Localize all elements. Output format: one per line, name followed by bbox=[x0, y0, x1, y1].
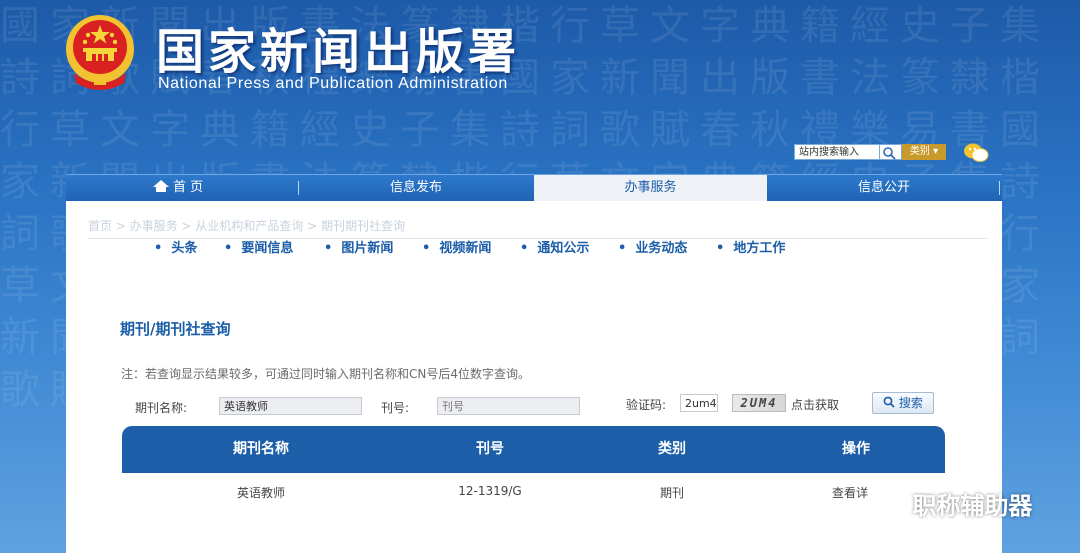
query-note: 注：若查询显示结果较多，可通过同时输入期刊名称和CN号后4位数字查询。 bbox=[121, 367, 530, 381]
search-icon bbox=[883, 147, 896, 160]
nav-home-label: 首 页 bbox=[173, 180, 204, 195]
breadcrumb[interactable]: 首页 > 办事服务 > 从业机构和产品查询 > 期刊期刊社查询 bbox=[88, 217, 405, 234]
site-search-input[interactable]: 站内搜索输入 bbox=[794, 144, 880, 160]
main-nav: 首 页 信息发布 办事服务 信息公开 bbox=[66, 174, 1002, 201]
subnav-item[interactable]: • 地方工作 bbox=[716, 237, 785, 256]
captcha-refresh-link[interactable]: 点击获取 bbox=[791, 396, 839, 413]
nav-public-info[interactable]: 信息公开 bbox=[818, 175, 950, 201]
query-search-button[interactable]: 搜索 bbox=[872, 392, 934, 414]
subnav-item[interactable]: • 要闻信息 bbox=[224, 237, 293, 256]
results-table-header: 期刊名称 刊号 类别 操作 bbox=[122, 426, 945, 473]
cell-category: 期刊 bbox=[659, 486, 684, 500]
captcha-input[interactable]: 2um4 bbox=[680, 394, 718, 412]
site-search-button[interactable] bbox=[880, 144, 902, 160]
cell-journal-name: 英语教师 bbox=[236, 486, 285, 500]
page-title: 期刊/期刊社查询 bbox=[120, 320, 231, 338]
nav-divider bbox=[999, 181, 1000, 195]
journal-name-label: 期刊名称: bbox=[135, 401, 188, 415]
national-emblem-icon bbox=[66, 15, 134, 90]
subnav-item[interactable]: • 通知公示 bbox=[520, 237, 589, 256]
cn-number-input[interactable]: 刊号 bbox=[437, 397, 580, 415]
col-category: 类别 bbox=[658, 441, 686, 457]
cell-cn-number: 12-1319/G bbox=[458, 484, 522, 498]
cn-number-label: 刊号: bbox=[381, 401, 410, 415]
subnav-item[interactable]: • 视频新闻 bbox=[422, 237, 491, 256]
captcha-image[interactable]: 2UM4 bbox=[732, 394, 786, 412]
subnav-item[interactable]: • 头条 bbox=[154, 237, 197, 256]
wechat-logo-icon bbox=[869, 491, 901, 516]
nav-divider bbox=[298, 181, 299, 195]
search-icon bbox=[883, 396, 895, 408]
watermark: 职称辅助器 bbox=[868, 486, 1032, 526]
nav-info-release[interactable]: 信息发布 bbox=[348, 175, 484, 201]
home-icon bbox=[152, 180, 169, 192]
site-title-cn: 国家新闻出版署 bbox=[156, 24, 521, 80]
category-dropdown[interactable]: 类别 ▾ bbox=[902, 144, 946, 160]
wechat-icon[interactable] bbox=[962, 142, 990, 164]
col-journal-name: 期刊名称 bbox=[233, 441, 289, 457]
journal-name-input[interactable]: 英语教师 bbox=[219, 397, 362, 415]
nav-home[interactable]: 首 页 bbox=[138, 175, 218, 201]
col-action: 操作 bbox=[842, 441, 870, 457]
site-title-en: National Press and Publication Administr… bbox=[158, 75, 508, 92]
subnav-item[interactable]: • 业务动态 bbox=[618, 237, 687, 256]
main-content: 首页 > 办事服务 > 从业机构和产品查询 > 期刊期刊社查询 • 头条 • 要… bbox=[66, 201, 1002, 553]
subnav-item[interactable]: • 图片新闻 bbox=[324, 237, 393, 256]
captcha-label: 验证码: bbox=[626, 398, 667, 412]
nav-services[interactable]: 办事服务 bbox=[534, 175, 767, 201]
col-cn-number: 刊号 bbox=[476, 441, 504, 457]
